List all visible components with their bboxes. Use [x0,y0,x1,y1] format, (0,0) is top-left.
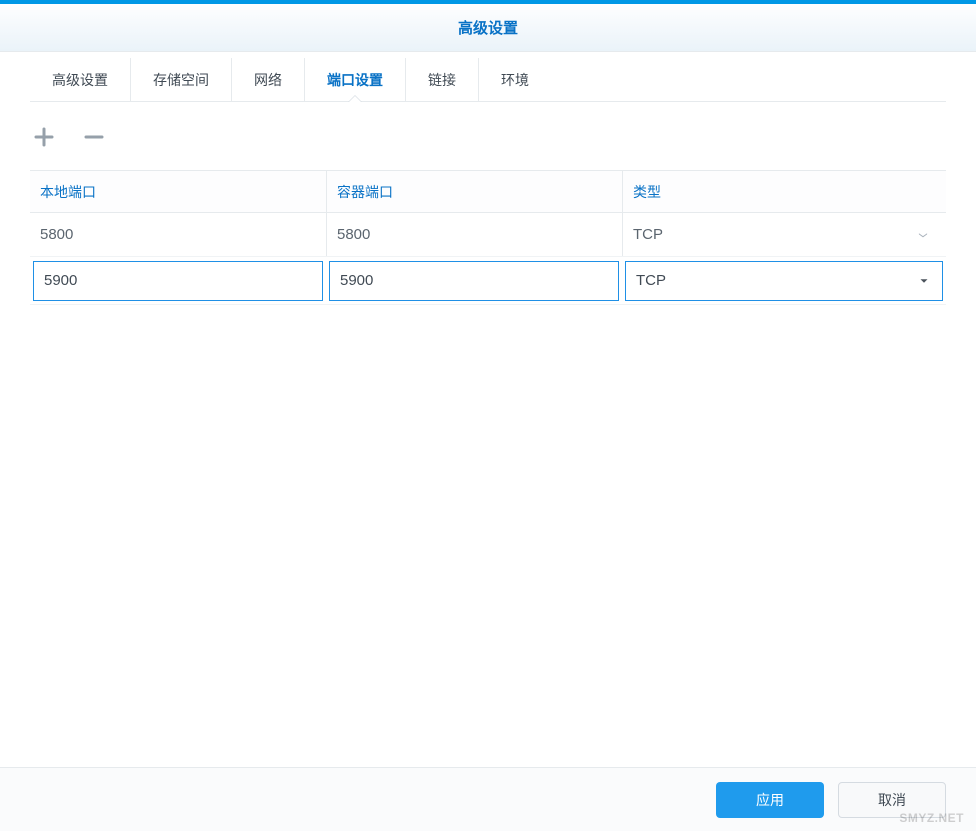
cell-container-port [326,257,622,304]
tab-label: 存储空间 [153,70,209,90]
dialog-body: 高级设置 存储空间 网络 端口设置 链接 环境 本地端口 容器端口 [0,52,976,767]
cancel-button[interactable]: 取消 [838,782,946,818]
dialog-footer: 应用 取消 [0,767,976,831]
apply-button-label: 应用 [756,790,784,810]
table-row[interactable]: 5800 5800 TCP [30,213,946,257]
table-row[interactable] [30,257,946,305]
tab-label: 高级设置 [52,70,108,90]
remove-button[interactable] [80,124,108,152]
cell-type [622,257,946,304]
type-select[interactable] [625,261,943,301]
type-select-input[interactable] [625,261,943,301]
tab-label: 环境 [501,70,529,90]
cell-local-port: 5800 [30,213,326,256]
tab-bar: 高级设置 存储空间 网络 端口设置 链接 环境 [30,58,946,102]
local-port-input[interactable] [33,261,323,301]
tab-port-settings[interactable]: 端口设置 [304,58,405,102]
tab-network[interactable]: 网络 [231,58,304,102]
container-port-input[interactable] [329,261,619,301]
column-local-port[interactable]: 本地端口 [30,171,326,212]
tab-storage[interactable]: 存储空间 [130,58,231,102]
tab-advanced[interactable]: 高级设置 [30,58,130,102]
toolbar [30,102,946,170]
close-button[interactable] [938,16,962,40]
tab-label: 网络 [254,70,282,90]
plus-icon [32,125,56,152]
cell-type-value: TCP [633,226,663,243]
dialog-header: 高级设置 [0,4,976,52]
chevron-down-icon [916,228,930,242]
cell-local-port [30,257,326,304]
table-header: 本地端口 容器端口 类型 [30,171,946,213]
cell-type: TCP [622,213,946,256]
cancel-button-label: 取消 [878,790,906,810]
cell-container-port: 5800 [326,213,622,256]
apply-button[interactable]: 应用 [716,782,824,818]
port-table: 本地端口 容器端口 类型 5800 5800 TCP [30,170,946,755]
add-button[interactable] [30,124,58,152]
column-type[interactable]: 类型 [622,171,946,212]
minus-icon [82,125,106,152]
chevron-down-icon [917,274,931,288]
tab-environment[interactable]: 环境 [478,58,551,102]
dialog-title: 高级设置 [458,17,518,38]
tab-label: 端口设置 [327,70,383,90]
column-container-port[interactable]: 容器端口 [326,171,622,212]
advanced-settings-dialog: 高级设置 高级设置 存储空间 网络 端口设置 链接 环境 [0,0,976,831]
tab-links[interactable]: 链接 [405,58,478,102]
tab-label: 链接 [428,70,456,90]
